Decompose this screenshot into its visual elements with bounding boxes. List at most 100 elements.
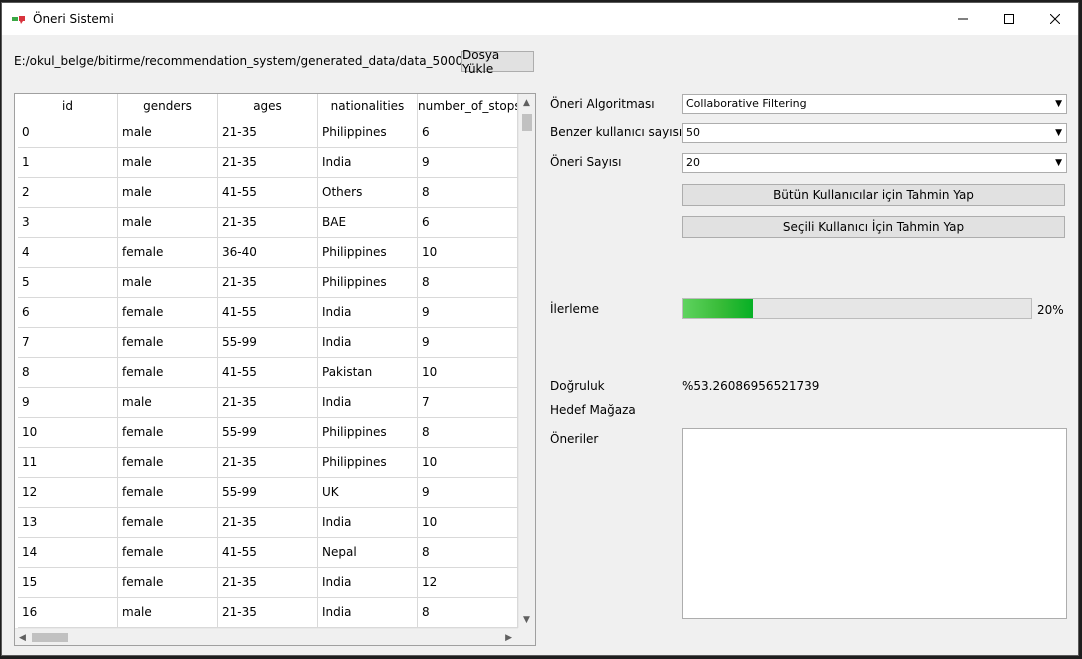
gender-cell[interactable]: female bbox=[118, 238, 218, 267]
nationality-cell[interactable]: India bbox=[318, 508, 418, 537]
id-cell[interactable]: 10 bbox=[18, 418, 118, 447]
horizontal-scrollbar[interactable]: ◀ ▶ bbox=[15, 628, 518, 645]
nationality-cell[interactable]: Others bbox=[318, 178, 418, 207]
gender-cell[interactable]: male bbox=[118, 598, 218, 627]
id-cell[interactable]: 4 bbox=[18, 238, 118, 267]
recommendations-textbox[interactable] bbox=[682, 428, 1067, 619]
nationality-cell[interactable]: Nepal bbox=[318, 538, 418, 567]
stops-cell[interactable]: 9 bbox=[418, 478, 518, 507]
age-cell[interactable]: 21-35 bbox=[218, 268, 318, 297]
table-row[interactable]: 3 male 21-35 BAE 6 bbox=[18, 208, 518, 238]
age-cell[interactable]: 36-40 bbox=[218, 238, 318, 267]
gender-cell[interactable]: female bbox=[118, 568, 218, 597]
id-cell[interactable]: 0 bbox=[18, 118, 118, 147]
stops-cell[interactable]: 8 bbox=[418, 538, 518, 567]
id-cell[interactable]: 16 bbox=[18, 598, 118, 627]
table-row[interactable]: 4 female 36-40 Philippines 10 bbox=[18, 238, 518, 268]
table-row[interactable]: 9 male 21-35 India 7 bbox=[18, 388, 518, 418]
nationality-cell[interactable]: BAE bbox=[318, 208, 418, 237]
nationality-cell[interactable]: Philippines bbox=[318, 448, 418, 477]
gender-cell[interactable]: male bbox=[118, 388, 218, 417]
nationality-cell[interactable]: India bbox=[318, 598, 418, 627]
table-row[interactable]: 0 male 21-35 Philippines 6 bbox=[18, 118, 518, 148]
stops-cell[interactable]: 9 bbox=[418, 328, 518, 357]
stops-cell[interactable]: 8 bbox=[418, 598, 518, 627]
table-row[interactable]: 12 female 55-99 UK 9 bbox=[18, 478, 518, 508]
close-button[interactable] bbox=[1032, 3, 1078, 35]
column-header-id[interactable]: id bbox=[18, 94, 118, 118]
id-cell[interactable]: 3 bbox=[18, 208, 118, 237]
stops-cell[interactable]: 10 bbox=[418, 238, 518, 267]
id-cell[interactable]: 13 bbox=[18, 508, 118, 537]
scroll-left-icon[interactable]: ◀ bbox=[19, 633, 26, 643]
horizontal-scroll-thumb[interactable] bbox=[32, 633, 68, 642]
nationality-cell[interactable]: Philippines bbox=[318, 118, 418, 147]
nationality-cell[interactable]: India bbox=[318, 388, 418, 417]
nationality-cell[interactable]: Philippines bbox=[318, 418, 418, 447]
table-row[interactable]: 11 female 21-35 Philippines 10 bbox=[18, 448, 518, 478]
gender-cell[interactable]: female bbox=[118, 538, 218, 567]
table-row[interactable]: 5 male 21-35 Philippines 8 bbox=[18, 268, 518, 298]
gender-cell[interactable]: female bbox=[118, 478, 218, 507]
id-cell[interactable]: 15 bbox=[18, 568, 118, 597]
gender-cell[interactable]: male bbox=[118, 178, 218, 207]
nationality-cell[interactable]: India bbox=[318, 298, 418, 327]
table-row[interactable]: 14 female 41-55 Nepal 8 bbox=[18, 538, 518, 568]
stops-cell[interactable]: 8 bbox=[418, 178, 518, 207]
vertical-scrollbar[interactable]: ▲ ▼ bbox=[518, 94, 535, 628]
stops-cell[interactable]: 6 bbox=[418, 208, 518, 237]
nationality-cell[interactable]: India bbox=[318, 568, 418, 597]
similar-users-select[interactable]: 50 ▼ bbox=[682, 123, 1067, 143]
gender-cell[interactable]: female bbox=[118, 418, 218, 447]
column-header-genders[interactable]: genders bbox=[118, 94, 218, 118]
minimize-button[interactable] bbox=[940, 3, 986, 35]
table-row[interactable]: 7 female 55-99 India 9 bbox=[18, 328, 518, 358]
table-row[interactable]: 2 male 41-55 Others 8 bbox=[18, 178, 518, 208]
stops-cell[interactable]: 9 bbox=[418, 148, 518, 177]
age-cell[interactable]: 41-55 bbox=[218, 298, 318, 327]
predict-selected-user-button[interactable]: Seçili Kullanıcı İçin Tahmin Yap bbox=[682, 216, 1065, 238]
data-table[interactable]: id genders ages nationalities number_of_… bbox=[14, 93, 536, 646]
stops-cell[interactable]: 10 bbox=[418, 358, 518, 387]
id-cell[interactable]: 2 bbox=[18, 178, 118, 207]
table-row[interactable]: 8 female 41-55 Pakistan 10 bbox=[18, 358, 518, 388]
age-cell[interactable]: 21-35 bbox=[218, 148, 318, 177]
table-row[interactable]: 13 female 21-35 India 10 bbox=[18, 508, 518, 538]
gender-cell[interactable]: male bbox=[118, 208, 218, 237]
stops-cell[interactable]: 8 bbox=[418, 418, 518, 447]
stops-cell[interactable]: 6 bbox=[418, 118, 518, 147]
maximize-button[interactable] bbox=[986, 3, 1032, 35]
id-cell[interactable]: 11 bbox=[18, 448, 118, 477]
nationality-cell[interactable]: India bbox=[318, 148, 418, 177]
age-cell[interactable]: 21-35 bbox=[218, 448, 318, 477]
gender-cell[interactable]: female bbox=[118, 328, 218, 357]
table-row[interactable]: 15 female 21-35 India 12 bbox=[18, 568, 518, 598]
table-row[interactable]: 6 female 41-55 India 9 bbox=[18, 298, 518, 328]
stops-cell[interactable]: 10 bbox=[418, 448, 518, 477]
age-cell[interactable]: 41-55 bbox=[218, 538, 318, 567]
id-cell[interactable]: 9 bbox=[18, 388, 118, 417]
id-cell[interactable]: 5 bbox=[18, 268, 118, 297]
recommendation-count-select[interactable]: 20 ▼ bbox=[682, 153, 1067, 173]
gender-cell[interactable]: female bbox=[118, 298, 218, 327]
age-cell[interactable]: 41-55 bbox=[218, 358, 318, 387]
stops-cell[interactable]: 7 bbox=[418, 388, 518, 417]
stops-cell[interactable]: 8 bbox=[418, 268, 518, 297]
scroll-down-icon[interactable]: ▼ bbox=[523, 615, 530, 625]
age-cell[interactable]: 21-35 bbox=[218, 208, 318, 237]
table-row[interactable]: 16 male 21-35 India 8 bbox=[18, 598, 518, 628]
gender-cell[interactable]: male bbox=[118, 148, 218, 177]
id-cell[interactable]: 8 bbox=[18, 358, 118, 387]
table-row[interactable]: 1 male 21-35 India 9 bbox=[18, 148, 518, 178]
nationality-cell[interactable]: Pakistan bbox=[318, 358, 418, 387]
id-cell[interactable]: 12 bbox=[18, 478, 118, 507]
scroll-right-icon[interactable]: ▶ bbox=[505, 633, 512, 643]
id-cell[interactable]: 1 bbox=[18, 148, 118, 177]
stops-cell[interactable]: 12 bbox=[418, 568, 518, 597]
predict-all-users-button[interactable]: Bütün Kullanıcılar için Tahmin Yap bbox=[682, 184, 1065, 206]
stops-cell[interactable]: 9 bbox=[418, 298, 518, 327]
nationality-cell[interactable]: Philippines bbox=[318, 238, 418, 267]
column-header-number-of-stops[interactable]: number_of_stops bbox=[418, 94, 518, 118]
nationality-cell[interactable]: India bbox=[318, 328, 418, 357]
stops-cell[interactable]: 10 bbox=[418, 508, 518, 537]
